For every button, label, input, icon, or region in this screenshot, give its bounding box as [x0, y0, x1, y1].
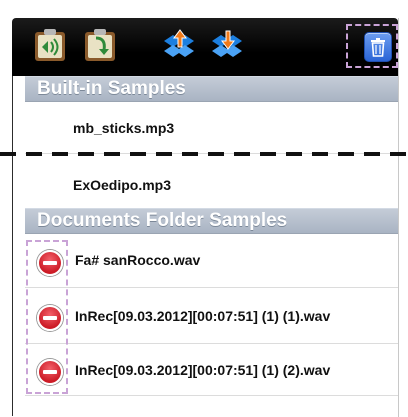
add-sample-button[interactable]	[32, 27, 68, 63]
section-header-documents: Documents Folder Samples	[25, 208, 398, 234]
import-sample-button[interactable]	[82, 27, 118, 63]
right-border	[398, 18, 408, 417]
delete-icon[interactable]	[37, 359, 63, 385]
trash-icon	[371, 38, 385, 57]
dropbox-upload-button[interactable]	[162, 27, 198, 63]
sample-name: Fa# sanRocco.wav	[75, 252, 201, 268]
list-item-builtin-sample[interactable]: ExOedipo.mp3	[25, 160, 398, 208]
sample-name: InRec[09.03.2012][00:07:51] (1) (2).wav	[75, 362, 331, 378]
dropbox-download-button[interactable]	[210, 27, 246, 63]
add-sample-icon	[35, 29, 65, 61]
list-item-document-sample[interactable]: Fa# sanRocco.wav	[25, 234, 398, 288]
list-item-document-sample[interactable]: InRec[09.03.2012][00:07:51] (1) (1).wav	[25, 288, 398, 344]
sample-name: ExOedipo.mp3	[73, 177, 172, 193]
drag-divider	[0, 152, 408, 156]
import-sample-icon	[85, 29, 115, 61]
dropbox-download-icon	[212, 30, 242, 57]
sample-manager-screen: Built-in Samples mb_sticks.mp3 ExOedipo.…	[0, 0, 408, 417]
list-item-document-sample[interactable]: InRec[09.03.2012][00:07:51] (1) (2).wav	[25, 344, 398, 396]
list-item-builtin-sample[interactable]: mb_sticks.mp3	[25, 102, 398, 154]
sample-name: InRec[09.03.2012][00:07:51] (1) (1).wav	[75, 308, 331, 324]
delete-icon[interactable]	[37, 250, 63, 276]
dropbox-upload-icon	[164, 29, 194, 57]
left-border	[12, 76, 25, 416]
toolbar	[12, 18, 398, 76]
trash-button[interactable]	[364, 32, 392, 62]
sample-name: mb_sticks.mp3	[73, 120, 175, 136]
section-header-built-in: Built-in Samples	[25, 76, 398, 102]
delete-icon[interactable]	[37, 305, 63, 331]
